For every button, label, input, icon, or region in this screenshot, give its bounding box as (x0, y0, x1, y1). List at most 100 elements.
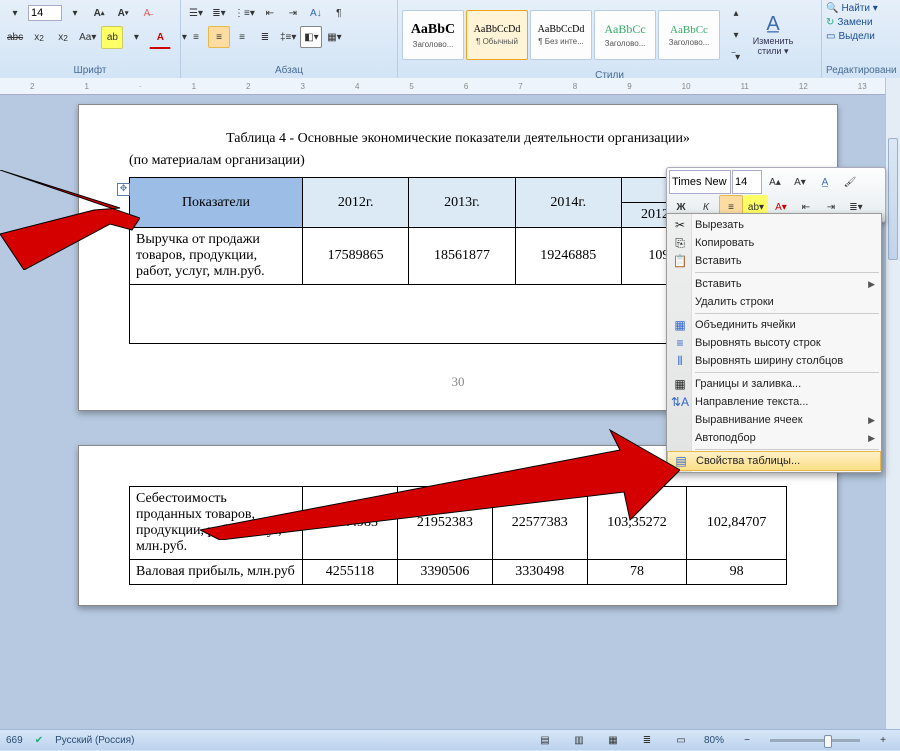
shrink-font[interactable]: A▾ (112, 2, 134, 24)
mini-grow[interactable]: A▴ (763, 170, 787, 194)
find-button[interactable]: 🔍Найти ▾ (826, 2, 878, 15)
font-size-input[interactable] (28, 5, 62, 21)
row2-label[interactable]: Себестоимость проданных товаров, продукц… (130, 487, 303, 560)
row1-v2[interactable]: 18561877 (409, 228, 515, 285)
row3-v1[interactable]: 4255118 (303, 560, 398, 585)
ctx-merge[interactable]: ▦Объединить ячейки (667, 316, 881, 334)
mini-size[interactable] (732, 170, 762, 194)
view-web[interactable]: ▦ (602, 729, 624, 751)
ctx-cut[interactable]: ✂Вырезать (667, 216, 881, 234)
row3-v2[interactable]: 3390506 (397, 560, 492, 585)
row2-v3[interactable]: 22577383 (492, 487, 587, 560)
style-normal[interactable]: AaBbCcDd¶ Обычный (466, 10, 528, 60)
numbering[interactable]: ≣▾ (208, 2, 230, 24)
align-justify[interactable]: ≣ (254, 26, 276, 48)
highlight[interactable]: ab (101, 26, 123, 49)
zoom-level[interactable]: 80% (704, 735, 724, 746)
th-indicators[interactable]: Показатели (130, 178, 303, 228)
zoom-in[interactable]: + (872, 729, 894, 751)
shading[interactable]: ◧▾ (300, 26, 322, 48)
scrollbar-thumb[interactable] (888, 138, 898, 260)
ctx-direction[interactable]: ⇅AНаправление текста... (667, 393, 881, 411)
align-left[interactable]: ≡ (185, 26, 207, 48)
ribbon: ▾ ▾ A▴ A▾ A̶ abc x2 x2 Aa▾ ab▾ A▾ Шрифт … (0, 0, 900, 79)
view-outline[interactable]: ≣ (636, 729, 658, 751)
direction-icon: ⇅A (671, 395, 689, 409)
align-right[interactable]: ≡ (231, 26, 253, 48)
style-heading2[interactable]: AaBbCcЗаголово... (594, 10, 656, 60)
view-read[interactable]: ▥ (568, 729, 590, 751)
ruler-horizontal[interactable]: 21·123456789101112131415161718 (0, 78, 900, 95)
row3-v4[interactable]: 78 (587, 560, 687, 585)
indent-dec[interactable]: ⇤ (259, 2, 281, 24)
style-heading1[interactable]: AaBbCЗаголово... (402, 10, 464, 60)
row2-v2[interactable]: 21952383 (397, 487, 492, 560)
grow-font[interactable]: A▴ (88, 2, 110, 24)
style-nospacing[interactable]: AaBbCcDd¶ Без инте... (530, 10, 592, 60)
styles-up[interactable]: ▴ (725, 2, 747, 24)
clear-formatting[interactable]: A̶ (136, 2, 158, 24)
zoom-out[interactable]: − (736, 729, 758, 751)
bullets[interactable]: ☰▾ (185, 2, 207, 24)
style-heading3[interactable]: AaBbCcЗаголово... (658, 10, 720, 60)
row3-v5[interactable]: 98 (687, 560, 787, 585)
ctx-align[interactable]: Выравнивание ячеек▶ (667, 411, 881, 429)
mini-font[interactable] (669, 170, 731, 194)
multilevel[interactable]: ⋮≡▾ (231, 2, 258, 24)
th-2014[interactable]: 2014г. (515, 178, 621, 228)
row2-v4[interactable]: 103,35272 (587, 487, 687, 560)
vertical-scrollbar[interactable] (885, 78, 900, 730)
zoom-slider[interactable] (770, 739, 860, 742)
styles-more[interactable]: ‾▾ (725, 46, 747, 68)
sort[interactable]: A↓ (305, 2, 327, 24)
view-print[interactable]: ▤ (534, 729, 556, 751)
align-center[interactable]: ≡ (208, 26, 230, 48)
th-2013[interactable]: 2013г. (409, 178, 515, 228)
ctx-paste[interactable]: 📋Вставить (667, 252, 881, 270)
change-styles[interactable]: A̲ Изменить стили ▾ (750, 13, 796, 57)
superscript[interactable]: x2 (52, 26, 74, 49)
replace-button[interactable]: ↻Замени (826, 16, 873, 29)
row1-v3[interactable]: 19246885 (515, 228, 621, 285)
ctx-delete-rows[interactable]: Удалить строки (667, 293, 881, 311)
dist-cols-icon: ⦀ (671, 354, 689, 369)
props-icon: ▤ (672, 454, 690, 468)
ctx-borders[interactable]: ▦Границы и заливка... (667, 375, 881, 393)
mini-styles-icon[interactable]: A̲ (813, 170, 837, 194)
ctx-dist-cols[interactable]: ⦀Выровнять ширину столбцов (667, 352, 881, 370)
line-spacing[interactable]: ‡≡▾ (277, 26, 299, 48)
status-words[interactable]: 669 (6, 735, 23, 746)
ctx-insert[interactable]: Вставить▶ (667, 275, 881, 293)
ctx-copy[interactable]: ⎘Копировать (667, 234, 881, 252)
table-move-handle[interactable]: ✥ (117, 183, 130, 196)
subscript[interactable]: x2 (28, 26, 50, 49)
status-language[interactable]: Русский (Россия) (55, 735, 134, 746)
change-case[interactable]: Aa▾ (76, 26, 99, 49)
font-size-dropdown[interactable]: ▾ (64, 2, 86, 24)
ctx-autofit[interactable]: Автоподбор▶ (667, 429, 881, 447)
highlight-dd[interactable]: ▾ (125, 26, 147, 49)
select-button[interactable]: ▭Выдели (826, 30, 875, 43)
row1-label[interactable]: Выручка от продажи товаров, продукции, р… (130, 228, 303, 285)
show-marks[interactable]: ¶ (328, 2, 350, 24)
view-draft[interactable]: ▭ (670, 729, 692, 751)
mini-shrink[interactable]: A▾ (788, 170, 812, 194)
borders-btn[interactable]: ▦▾ (323, 26, 345, 48)
row1-v1[interactable]: 17589865 (303, 228, 409, 285)
indent-inc[interactable]: ⇥ (282, 2, 304, 24)
row2-v1[interactable]: 21844983 (303, 487, 398, 560)
ctx-dist-rows[interactable]: ≡Выровнять высоту строк (667, 334, 881, 352)
font-family-end[interactable]: ▾ (4, 2, 26, 24)
styles-down[interactable]: ▾ (725, 24, 747, 46)
ctx-table-properties[interactable]: ▤Свойства таблицы... (667, 451, 881, 471)
row3-v3[interactable]: 3330498 (492, 560, 587, 585)
row2-v5[interactable]: 102,84707 (687, 487, 787, 560)
mini-format-painter[interactable]: 🖌 (838, 170, 862, 194)
row3-label[interactable]: Валовая прибыль, млн.руб (130, 560, 303, 585)
status-proofing-icon[interactable]: ✔ (35, 735, 43, 746)
strike[interactable]: abc (4, 26, 26, 49)
th-2012[interactable]: 2012г. (303, 178, 409, 228)
styles-gallery[interactable]: AaBbCЗаголово... AaBbCcDd¶ Обычный AaBbC… (402, 10, 720, 60)
economic-table-2[interactable]: Себестоимость проданных товаров, продукц… (129, 486, 787, 585)
font-color[interactable]: A (149, 26, 171, 49)
